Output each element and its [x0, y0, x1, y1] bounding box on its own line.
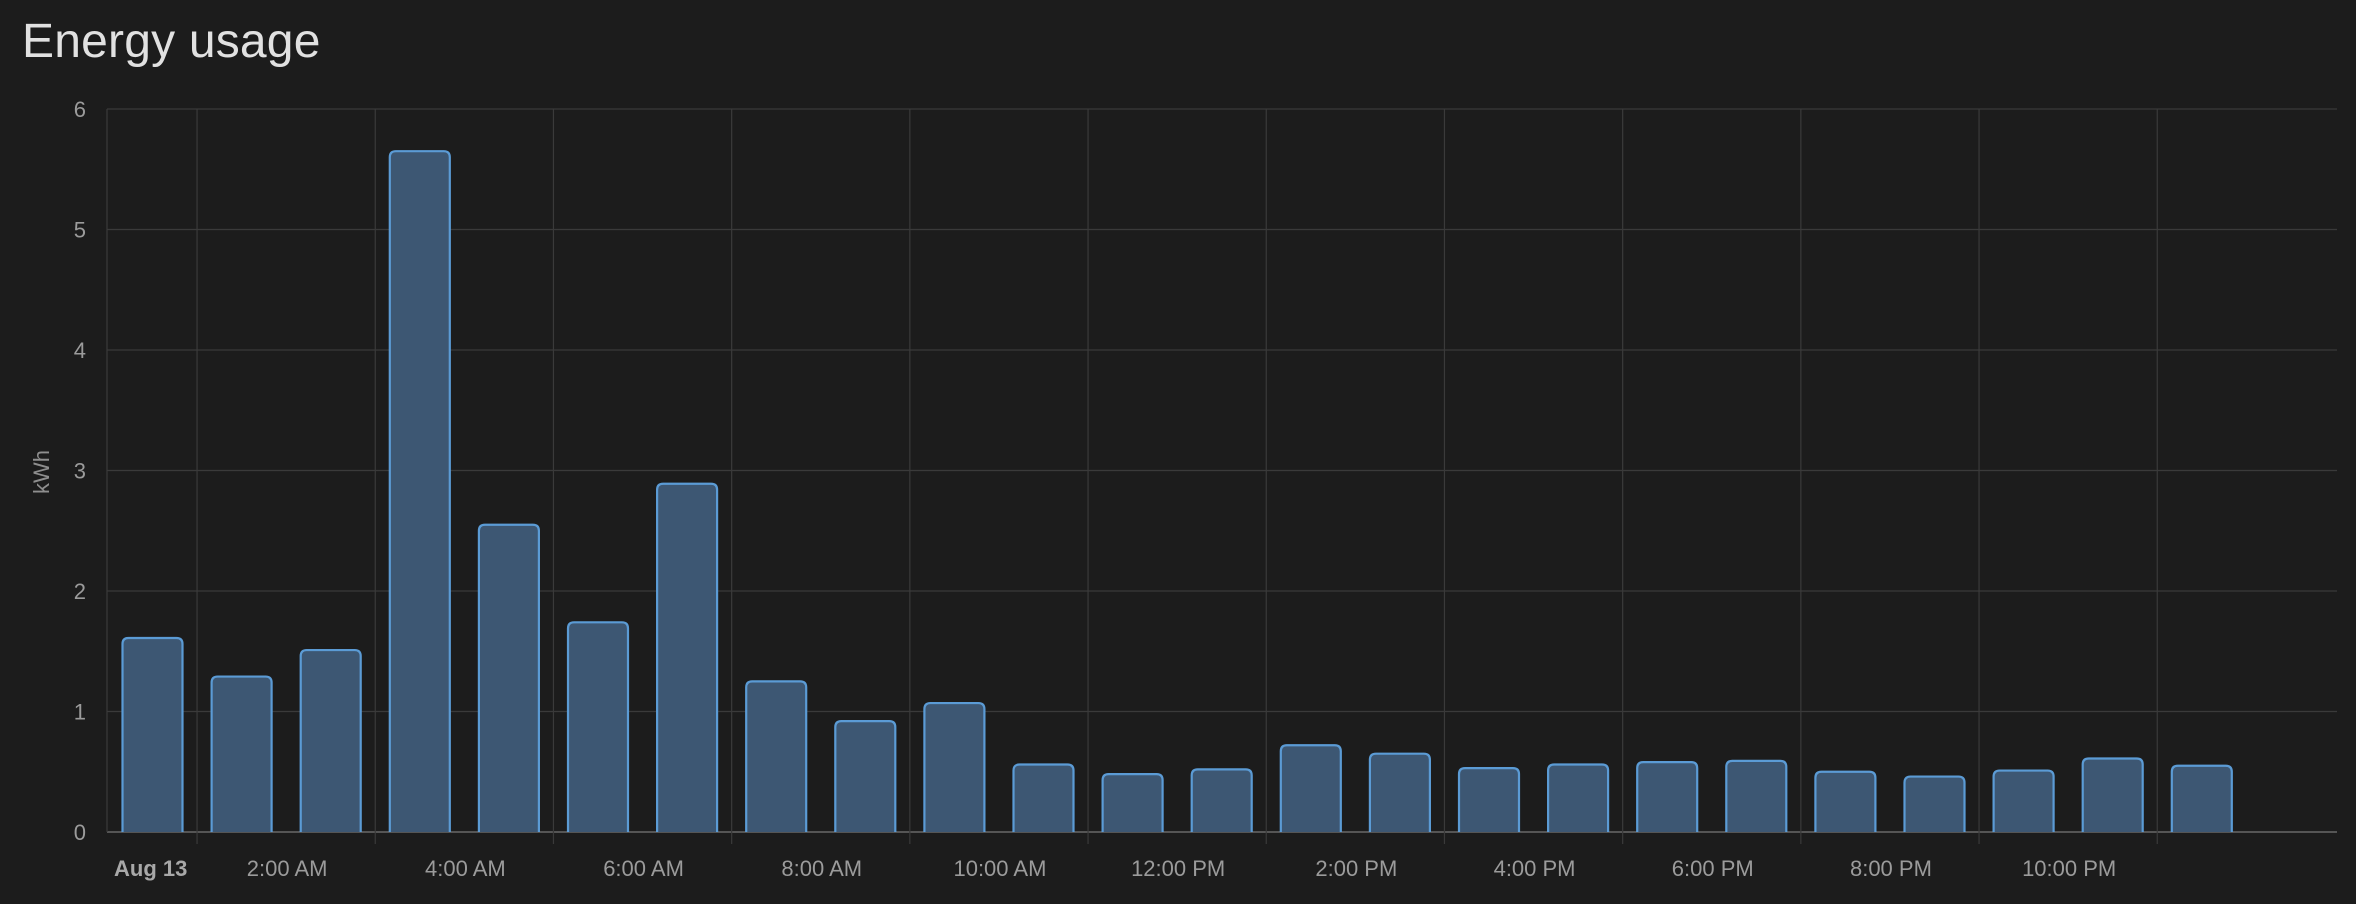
bar[interactable]: [1279, 744, 1342, 832]
bar[interactable]: [2081, 757, 2144, 832]
x-tick-label: 6:00 AM: [603, 856, 684, 881]
x-tick-label: 4:00 PM: [1494, 856, 1576, 881]
x-tick-label: 12:00 PM: [1131, 856, 1225, 881]
x-axis-ticks: Aug 13 2:00 AM 4:00 AM 6:00 AM 8:00 AM 10:00 …: [114, 856, 2116, 881]
x-tick-label: 10:00 AM: [953, 856, 1046, 881]
bar[interactable]: [1903, 775, 1966, 832]
bar[interactable]: [1636, 761, 1699, 832]
bar[interactable]: [2170, 764, 2233, 832]
y-tick-label: 6: [74, 97, 86, 122]
bar[interactable]: [1725, 759, 1788, 832]
bar[interactable]: [656, 482, 719, 832]
bar[interactable]: [477, 523, 540, 832]
bar[interactable]: [1190, 768, 1253, 832]
y-tick-label: 2: [74, 579, 86, 604]
bar[interactable]: [923, 701, 986, 832]
y-tick-label: 3: [74, 459, 86, 484]
bar[interactable]: [121, 636, 184, 832]
x-tick-label: 2:00 AM: [247, 856, 328, 881]
x-tick-label: 8:00 AM: [781, 856, 862, 881]
bar[interactable]: [745, 680, 808, 832]
y-tick-label: 0: [74, 820, 86, 845]
x-tick-label: 8:00 PM: [1850, 856, 1932, 881]
chart-bars: [121, 150, 2233, 832]
bar[interactable]: [1814, 770, 1877, 832]
bar[interactable]: [210, 675, 273, 832]
bar[interactable]: [1992, 769, 2055, 832]
bar[interactable]: [566, 621, 630, 832]
bar[interactable]: [1101, 773, 1164, 832]
y-axis-ticks: 0 1 2 3 4 5 6: [74, 97, 86, 845]
x-tick-label: Aug 13: [114, 856, 187, 881]
bar[interactable]: [1012, 763, 1075, 832]
bar[interactable]: [388, 150, 451, 832]
bar[interactable]: [834, 720, 897, 832]
x-tick-label: 2:00 PM: [1315, 856, 1397, 881]
y-tick-label: 1: [74, 700, 86, 725]
x-tick-label: 4:00 AM: [425, 856, 506, 881]
energy-bar-chart: 0 1 2 3 4 5 6 Aug 13 2:00 AM 4:00 AM 6:00 AM 8:00 …: [29, 97, 2337, 881]
y-tick-label: 4: [74, 338, 86, 363]
energy-usage-card: Energy usage 0123456 Aug 13 2:00 AM 4:00 A…: [0, 0, 2356, 904]
bar[interactable]: [1547, 763, 1610, 832]
bar[interactable]: [299, 648, 362, 832]
bar[interactable]: [1457, 767, 1521, 832]
x-tick-label: 10:00 PM: [2022, 856, 2116, 881]
x-tick-label: 6:00 PM: [1672, 856, 1754, 881]
y-tick-label: 5: [74, 218, 86, 243]
bar[interactable]: [1368, 752, 1431, 832]
y-axis-label: kWh: [29, 450, 54, 494]
